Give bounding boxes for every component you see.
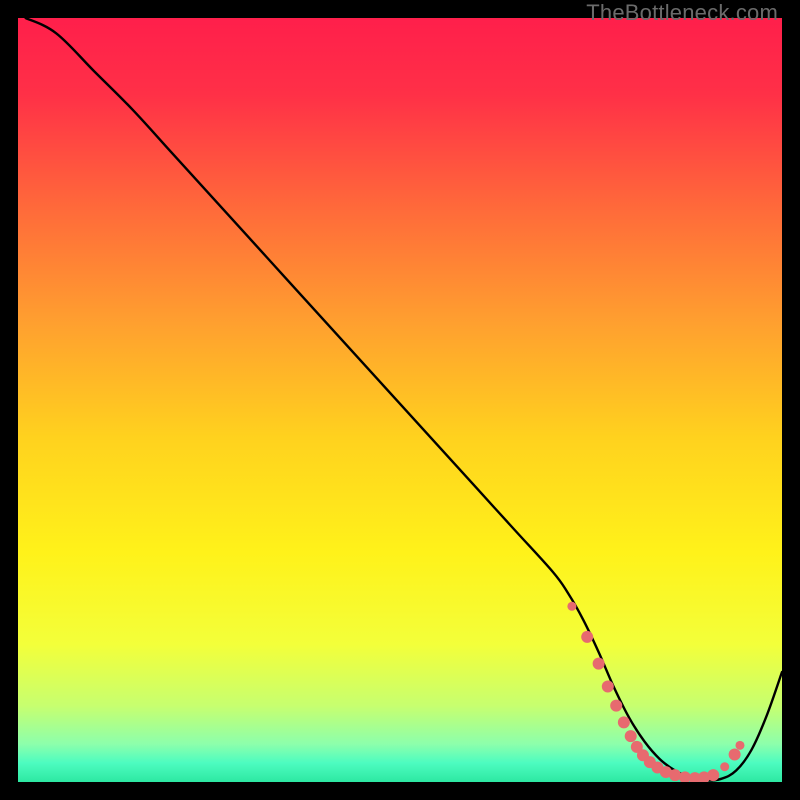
highlight-dot xyxy=(602,681,614,693)
highlight-dot xyxy=(720,762,729,771)
highlight-dot xyxy=(593,658,605,670)
highlight-dot xyxy=(625,730,637,742)
bottleneck-chart xyxy=(18,18,782,782)
highlight-dot xyxy=(581,631,593,643)
highlight-dot xyxy=(729,748,741,760)
watermark-text: TheBottleneck.com xyxy=(586,0,778,26)
highlight-dot xyxy=(618,716,630,728)
highlight-dot xyxy=(735,741,744,750)
highlight-dot xyxy=(707,769,719,781)
gradient-background xyxy=(18,18,782,782)
highlight-dot xyxy=(567,602,576,611)
highlight-dot xyxy=(669,769,681,781)
highlight-dot xyxy=(610,700,622,712)
